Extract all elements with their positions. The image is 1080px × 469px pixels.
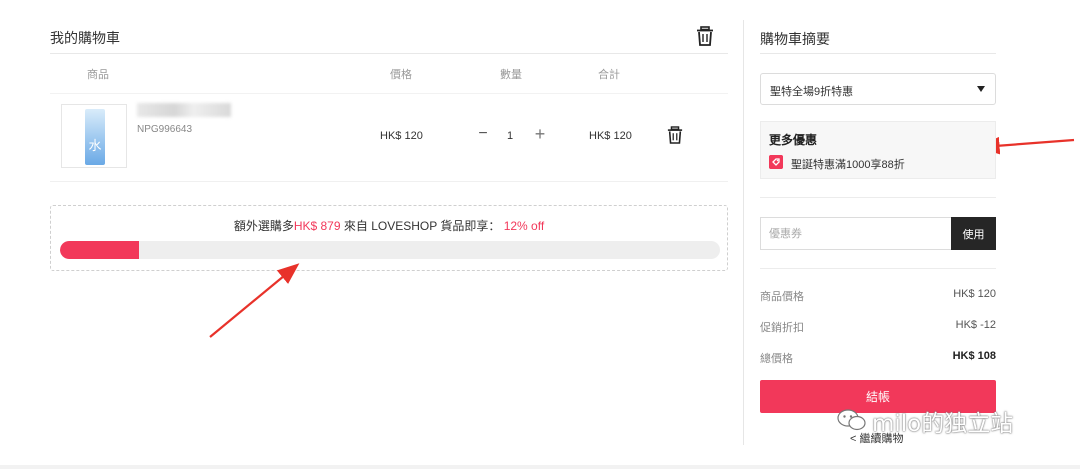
divider <box>760 268 996 269</box>
wechat-icon <box>837 409 866 431</box>
product-name-blurred <box>137 103 231 117</box>
more-offers-title: 更多優惠 <box>769 133 818 147</box>
column-divider <box>743 20 744 445</box>
promo-discount: 12% off <box>503 219 545 233</box>
promo-message: 額外選購多HK$ 879 來自 LOVESHOP 貨品即享： 12% off <box>233 219 545 233</box>
product-thumbnail[interactable]: 水 <box>61 104 127 168</box>
quantity-value[interactable]: 1 <box>504 130 516 142</box>
product-sku: NPG996643 <box>137 124 193 135</box>
remove-item-trash-icon[interactable] <box>667 126 683 144</box>
promo-progress-bar <box>60 241 720 259</box>
divider <box>50 93 728 94</box>
promo-remaining-amount: HK$ 879 <box>293 219 341 233</box>
subtotal-value: HK$ 120 <box>953 288 996 300</box>
apply-coupon-button[interactable]: 使用 <box>951 217 996 250</box>
column-header-product: 商品 <box>87 69 109 81</box>
more-offers-box: 更多優惠 聖誕特惠滿1000享88折 <box>760 121 996 179</box>
promotion-select-value: 聖特全場9折特惠 <box>770 86 854 98</box>
divider <box>50 53 728 54</box>
caret-down-icon <box>977 86 985 92</box>
product-image: 水 <box>85 109 105 165</box>
quantity-decrease-button[interactable]: − <box>476 126 490 142</box>
divider <box>50 181 728 182</box>
divider <box>760 197 996 198</box>
column-header-price: 價格 <box>390 69 412 81</box>
subtotal-label: 商品價格 <box>760 291 804 303</box>
column-header-quantity: 數量 <box>500 69 522 81</box>
grand-total-label: 總價格 <box>760 353 793 365</box>
coupon-input[interactable] <box>760 217 951 250</box>
page-bottom-border <box>0 465 1080 469</box>
annotation-arrow-progress <box>209 263 300 338</box>
item-total: HK$ 120 <box>589 130 632 142</box>
clear-cart-trash-icon[interactable] <box>696 26 714 46</box>
cart-title: 我的購物車 <box>50 30 120 46</box>
promotion-select[interactable]: 聖特全場9折特惠 <box>760 73 996 105</box>
quantity-increase-button[interactable]: + <box>532 125 548 143</box>
grand-total-value: HK$ 108 <box>952 350 996 362</box>
item-price: HK$ 120 <box>380 130 423 142</box>
promo-progress-fill <box>60 241 140 259</box>
summary-title: 購物車摘要 <box>760 31 830 47</box>
discount-value: HK$ -12 <box>955 319 996 331</box>
divider <box>760 53 996 54</box>
spend-more-promo-box: 額外選購多HK$ 879 來自 LOVESHOP 貨品即享： 12% off <box>50 205 728 271</box>
tag-icon <box>769 155 783 169</box>
offer-item[interactable]: 聖誕特惠滿1000享88折 <box>791 156 905 172</box>
column-header-total: 合計 <box>598 69 620 81</box>
watermark-text: milo的独立站 <box>872 411 1014 437</box>
discount-label: 促銷折扣 <box>760 322 804 334</box>
